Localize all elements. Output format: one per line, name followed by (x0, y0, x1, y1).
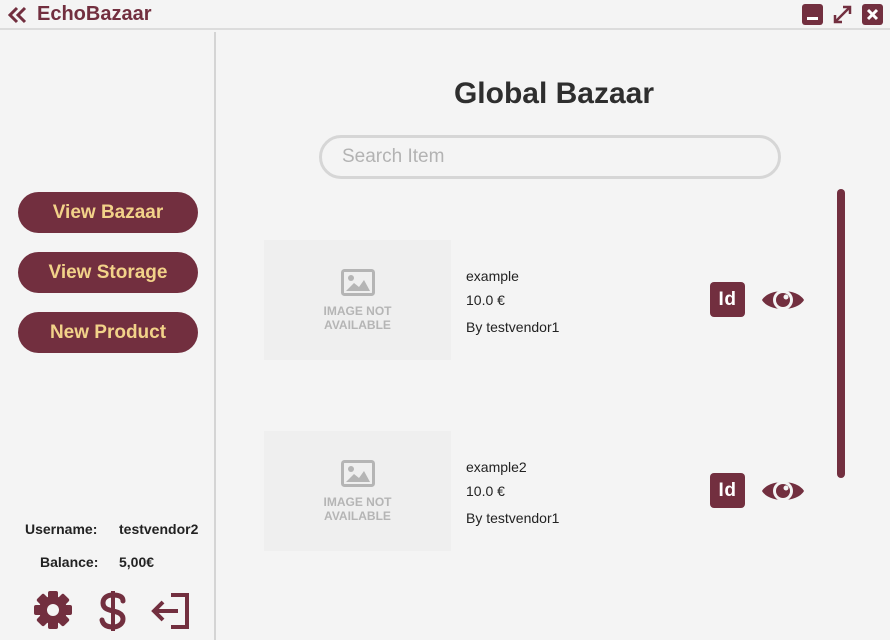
eye-icon[interactable] (761, 474, 805, 508)
view-storage-button[interactable]: View Storage (18, 252, 198, 293)
new-product-button[interactable]: New Product (18, 312, 198, 353)
double-chevron-left-icon[interactable] (8, 6, 28, 24)
minimize-icon[interactable] (802, 4, 823, 25)
search-input[interactable] (319, 135, 781, 179)
item-vendor: By testvendor1 (466, 319, 560, 335)
username-value: testvendor2 (119, 521, 199, 537)
image-not-available-text: IMAGE NOT (323, 495, 392, 509)
item-image-placeholder: IMAGE NOT AVAILABLE (264, 240, 451, 360)
balance-value: 5,00€ (119, 554, 155, 570)
close-icon[interactable] (862, 4, 883, 25)
image-not-available-text: AVAILABLE (324, 509, 391, 523)
logout-icon[interactable] (151, 592, 191, 630)
item-vendor: By testvendor1 (466, 510, 560, 526)
main-content: Global Bazaar IMAGE NOT AVAILABLE exampl… (218, 32, 890, 640)
app-title: EchoBazaar (37, 3, 152, 25)
maximize-icon[interactable] (832, 4, 853, 25)
view-bazaar-button[interactable]: View Bazaar (18, 192, 198, 233)
title-bar: EchoBazaar (0, 0, 890, 30)
item-card: IMAGE NOT AVAILABLE example 10.0 € By te… (264, 240, 824, 360)
page-title: Global Bazaar (453, 77, 655, 110)
sidebar: View Bazaar View Storage New Product Use… (0, 32, 216, 640)
item-card: IMAGE NOT AVAILABLE example2 10.0 € By t… (264, 431, 824, 551)
image-not-available-text: AVAILABLE (324, 318, 391, 332)
image-icon (341, 460, 375, 487)
image-icon (341, 269, 375, 296)
item-id-button[interactable]: Id (710, 473, 745, 508)
dollar-icon[interactable] (97, 590, 129, 632)
item-name: example2 (466, 459, 527, 475)
item-name: example (466, 268, 519, 284)
item-image-placeholder: IMAGE NOT AVAILABLE (264, 431, 451, 551)
image-not-available-text: IMAGE NOT (323, 304, 392, 318)
scrollbar[interactable] (837, 189, 845, 478)
item-id-button[interactable]: Id (710, 282, 745, 317)
item-price: 10.0 € (466, 483, 505, 499)
gear-icon[interactable] (33, 590, 73, 630)
username-label: Username: (25, 521, 98, 537)
balance-label: Balance: (40, 554, 99, 570)
item-price: 10.0 € (466, 292, 505, 308)
eye-icon[interactable] (761, 283, 805, 317)
